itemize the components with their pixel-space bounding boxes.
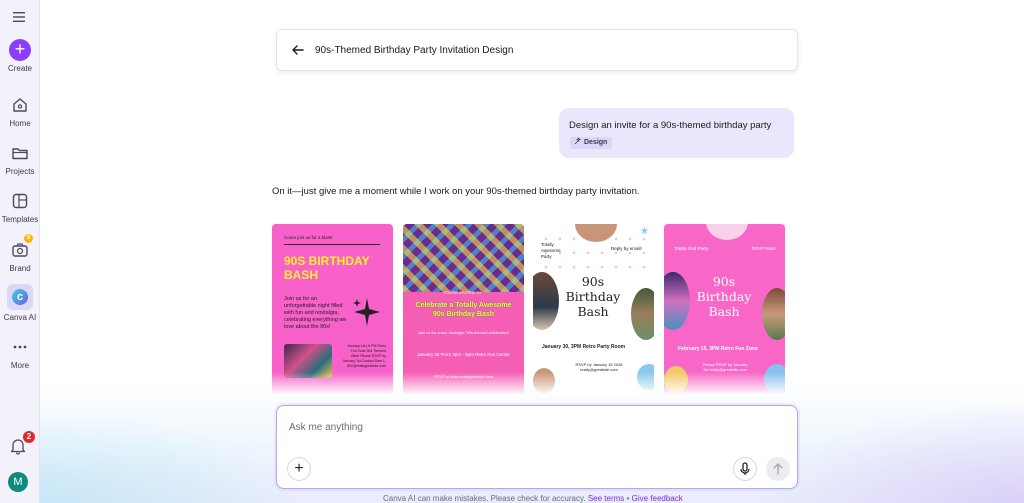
card-headline: 90s Birthday Bash: [696, 274, 752, 319]
sidebar-item-projects[interactable]: Projects: [0, 142, 40, 176]
card-details: January 30 From 3pm - 9pm Retro Fun Cent…: [417, 352, 510, 357]
plus-icon: +: [9, 39, 31, 61]
card-tag-left: Totally Rad Party: [674, 246, 709, 251]
card-rsvp: Please RSVP by January 1st really@greats…: [702, 362, 748, 372]
design-card-1[interactable]: Come join us for a blast! 90S BIRTHDAY B…: [272, 224, 393, 394]
card-fade: [533, 372, 654, 394]
disclaimer: Canva AI can make mistakes. Please check…: [383, 494, 683, 503]
chat-title-bar: 90s-Themed Birthday Party Invitation Des…: [276, 29, 798, 71]
design-card-2[interactable]: YOU'RE INVITED TO Celebrate a Totally Aw…: [403, 224, 524, 394]
microphone-icon: [740, 462, 750, 475]
design-chip: Design: [570, 137, 613, 149]
card-fade: [403, 372, 524, 394]
user-message-bubble: Design an invite for a 90s-themed birthd…: [559, 108, 794, 158]
card-blob: [706, 224, 748, 240]
footer-separator: •: [626, 494, 630, 503]
sidebar-item-label: Projects: [5, 167, 35, 176]
card-tag-right: RSVP Now!: [752, 246, 776, 251]
star-icon: ★: [640, 226, 649, 237]
folder-icon: [12, 148, 28, 160]
card-body: Join us for an unforgettable night fille…: [284, 296, 347, 330]
avatar[interactable]: M: [8, 472, 28, 492]
card-headline: 90s Birthday Bash: [565, 274, 621, 319]
card-divider: [284, 244, 380, 245]
templates-icon: [12, 193, 28, 209]
card-fade: [272, 372, 393, 394]
canva-ai-icon: c: [12, 289, 28, 305]
design-sparkle-icon: [574, 137, 581, 145]
card-artwork: [403, 224, 524, 292]
assistant-message: On it—just give me a moment while I work…: [272, 186, 640, 197]
menu-icon[interactable]: [11, 10, 27, 24]
sidebar-item-label: More: [10, 361, 30, 370]
card-fade: [664, 372, 785, 394]
card-tag-left: Totally Awesome Party: [541, 242, 561, 259]
notification-badge: 2: [23, 431, 35, 443]
background-glow-left: [40, 410, 300, 503]
sparkle-icon: [353, 298, 380, 326]
sidebar-item-label: Templates: [1, 215, 39, 224]
design-card-4[interactable]: Totally Rad Party RSVP Now! 90s Birthday…: [664, 224, 785, 394]
card-photo-right: [631, 288, 654, 340]
sidebar-item-more[interactable]: More: [0, 336, 40, 370]
background-glow-right: [760, 400, 1024, 503]
arrow-up-icon: [773, 463, 783, 475]
card-date: February 15, 3PM Retro Fun Zone: [678, 346, 758, 352]
add-attachment-button[interactable]: +: [287, 457, 311, 481]
design-chip-label: Design: [584, 139, 608, 146]
home-icon: [13, 98, 27, 112]
card-headline: Celebrate a Totally Awesome 90s Birthday…: [415, 302, 512, 318]
send-button[interactable]: [766, 457, 790, 481]
card-toptag: Come join us for a blast!: [284, 235, 333, 240]
sidebar: + Create Home Projects Templates Brand ♛…: [0, 0, 40, 503]
sidebar-item-label: Home: [9, 119, 31, 128]
disclaimer-text: Canva AI can make mistakes. Please check…: [383, 494, 586, 503]
sidebar-item-home[interactable]: Home: [0, 94, 40, 128]
card-tag-right: Reply by email!: [611, 246, 642, 251]
page-title: 90s-Themed Birthday Party Invitation Des…: [315, 45, 514, 56]
card-headline: 90S BIRTHDAY BASH: [284, 254, 370, 282]
design-card-3[interactable]: ★ Totally Awesome Party Reply by email! …: [533, 224, 654, 394]
card-tag: YOU'RE INVITED TO: [443, 290, 482, 295]
feedback-link[interactable]: Give feedback: [632, 494, 683, 503]
user-message-text: Design an invite for a 90s-themed birthd…: [569, 120, 772, 131]
sidebar-item-label: Create: [7, 64, 32, 73]
sidebar-item-brand[interactable]: Brand: [0, 239, 40, 273]
back-arrow-icon[interactable]: [291, 43, 305, 57]
microphone-button[interactable]: [733, 457, 757, 481]
crown-icon: ♛: [24, 234, 33, 243]
card-rsvp: RSVP by January 15 2028 really@greatsite…: [575, 362, 623, 372]
card-info: January 1st | 6 PM Retro Fun Zone 90s Th…: [342, 344, 386, 368]
sidebar-item-label: Brand: [9, 264, 31, 273]
card-date: January 30, 3PM Retro Party Room: [542, 344, 626, 350]
sidebar-item-label: Canva AI: [3, 313, 37, 322]
more-icon: [13, 345, 27, 349]
card-photo-right: [762, 288, 785, 340]
card-subtitle: Join us for a rad, nostalgic '90s-themed…: [417, 330, 510, 335]
chat-input-placeholder[interactable]: Ask me anything: [289, 422, 363, 433]
sidebar-item-canva-ai[interactable]: c Canva AI: [0, 284, 40, 322]
canva-ai-tile: c: [7, 284, 33, 310]
chat-composer[interactable]: Ask me anything +: [276, 405, 798, 489]
sidebar-item-create[interactable]: + Create: [0, 39, 40, 73]
sidebar-item-templates[interactable]: Templates: [0, 190, 40, 224]
terms-link[interactable]: See terms: [588, 494, 624, 503]
